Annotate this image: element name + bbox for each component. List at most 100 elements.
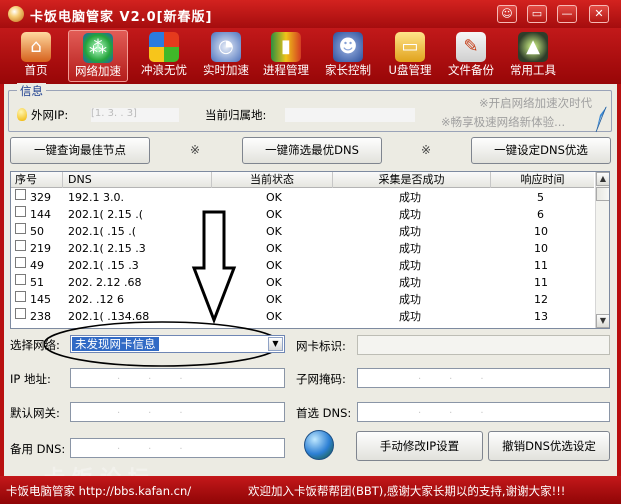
column-header-status[interactable]: 当前状态	[212, 172, 333, 188]
query-best-node-button[interactable]: 一键查询最佳节点	[10, 137, 150, 164]
column-header-response[interactable]: 响应时间	[491, 172, 594, 188]
globe-icon	[304, 430, 334, 460]
row-collected: 成功	[399, 191, 421, 204]
mini-mode-button[interactable]: ▭	[527, 5, 547, 23]
tools-icon: ▲	[518, 32, 548, 62]
table-row[interactable]: 51 202. 2.12 .68 OK 成功 11	[11, 274, 594, 291]
home-icon: ⌂	[21, 32, 51, 62]
scroll-thumb[interactable]	[596, 187, 609, 201]
row-id: 50	[30, 225, 44, 238]
row-response-time: 6	[537, 208, 544, 221]
table-row[interactable]: 329 192.1 3.0. OK 成功 5	[11, 189, 594, 206]
gateway-dots: ...	[117, 405, 211, 416]
row-checkbox[interactable]	[15, 189, 26, 200]
main-toolbar: ⌂ 首页 ⁂ 网络加速 冲浪无忧 ◔ 实时加速 ▮ 进程管理 ☻ 家长控制 ▭ …	[0, 28, 621, 84]
row-checkbox[interactable]	[15, 274, 26, 285]
row-checkbox[interactable]	[15, 308, 26, 319]
row-response-time: 5	[537, 191, 544, 204]
toolbar-item-tools[interactable]: ▲ 常用工具	[503, 30, 563, 82]
column-header-dns[interactable]: DNS	[63, 172, 212, 188]
toolbar-item-process[interactable]: ▮ 进程管理	[256, 30, 316, 82]
toolbar-item-surf[interactable]: 冲浪无忧	[134, 30, 194, 82]
row-response-time: 13	[534, 310, 548, 323]
row-response-time: 10	[534, 242, 548, 255]
toolbar-item-realtime[interactable]: ◔ 实时加速	[196, 30, 256, 82]
windows-icon	[149, 32, 179, 62]
wan-ip-label: 外网IP:	[31, 108, 69, 122]
scroll-down-icon[interactable]: ▼	[596, 314, 609, 328]
toolbar-item-usb[interactable]: ▭ U盘管理	[380, 30, 440, 82]
table-scrollbar[interactable]: ▲ ▼	[595, 172, 609, 328]
gauge-icon: ◔	[211, 32, 241, 62]
column-header-collected[interactable]: 采集是否成功	[333, 172, 491, 188]
network-select-label: 选择网络:	[10, 338, 60, 352]
primary-dns-field[interactable]: ...	[357, 402, 610, 422]
table-row[interactable]: 50 202.1( .15 .( OK 成功 10	[11, 223, 594, 240]
row-status: OK	[266, 242, 282, 255]
row-checkbox[interactable]	[15, 240, 26, 251]
row-id: 329	[30, 191, 51, 204]
row-collected: 成功	[399, 242, 421, 255]
row-checkbox[interactable]	[15, 291, 26, 302]
users-icon: ☻	[333, 32, 363, 62]
row-dns: 192.1 3.0.	[68, 191, 124, 204]
table-header: 序号 DNS 当前状态 采集是否成功 响应时间	[11, 172, 594, 188]
status-link[interactable]: 卡饭电脑管家 http://bbs.kafan.cn/	[6, 483, 191, 499]
table-row[interactable]: 238 202.1( .134.68 OK 成功 13	[11, 308, 594, 325]
network-icon: ⁂	[83, 33, 113, 63]
toolbar-item-backup[interactable]: ✎ 文件备份	[441, 30, 501, 82]
row-response-time: 11	[534, 259, 548, 272]
info-groupbox: 信息 外网IP: [1. 3. . 3] 当前归属地: ※开启网络加速次时代 ※…	[8, 83, 612, 133]
cancel-dns-button[interactable]: 撤销DNS优选设定	[488, 431, 610, 461]
row-status: OK	[266, 225, 282, 238]
gateway-field[interactable]: ...	[70, 402, 285, 422]
subnet-mask-field[interactable]: ...	[357, 368, 610, 388]
ip-address-label: IP 地址:	[10, 372, 51, 386]
row-dns: 202.1( .15 .(	[68, 225, 137, 238]
table-row[interactable]: 145 202. .12 6 OK 成功 12	[11, 291, 594, 308]
network-select[interactable]: 未发现网卡信息 ▼	[70, 335, 285, 353]
close-button[interactable]: ✕	[589, 5, 609, 23]
column-header-id[interactable]: 序号	[11, 172, 63, 188]
row-status: OK	[266, 276, 282, 289]
separator-mark: ※	[190, 143, 201, 157]
secondary-dns-field[interactable]: ...	[70, 438, 285, 458]
scroll-up-icon[interactable]: ▲	[596, 172, 609, 186]
minimize-button[interactable]: —	[557, 5, 577, 23]
feather-icon	[595, 106, 607, 133]
ip-dots: ...	[117, 371, 211, 382]
ip-address-field[interactable]: ...	[70, 368, 285, 388]
subnet-dots: ...	[418, 371, 512, 382]
row-dns: 202.1( .15 .3	[68, 259, 139, 272]
row-status: OK	[266, 191, 282, 204]
table-row[interactable]: 219 202.1( 2.15 .3 OK 成功 10	[11, 240, 594, 257]
nic-id-field[interactable]	[357, 335, 610, 355]
manual-ip-button[interactable]: 手动修改IP设置	[356, 431, 483, 461]
info-legend: 信息	[17, 83, 46, 99]
row-checkbox[interactable]	[15, 223, 26, 234]
toolbar-item-network[interactable]: ⁂ 网络加速	[68, 30, 128, 82]
primary-dns-dots: ...	[418, 405, 512, 416]
primary-dns-label: 首选 DNS:	[296, 406, 352, 420]
row-id: 51	[30, 276, 44, 289]
row-id: 144	[30, 208, 51, 221]
status-message: 欢迎加入卡饭帮帮团(BBT),感谢大家长期以的支持,谢谢大家!!!	[248, 484, 566, 498]
backup-icon: ✎	[456, 32, 486, 62]
row-id: 219	[30, 242, 51, 255]
nic-id-label: 网卡标识:	[296, 339, 346, 353]
set-dns-button[interactable]: 一键设定DNS优选	[471, 137, 611, 164]
row-dns: 202. .12 6	[68, 293, 124, 306]
filter-dns-button[interactable]: 一键筛选最优DNS	[242, 137, 382, 164]
table-row[interactable]: 144 202.1( 2.15 .( OK 成功 6	[11, 206, 594, 223]
row-checkbox[interactable]	[15, 257, 26, 268]
toolbar-item-home[interactable]: ⌂ 首页	[6, 30, 66, 82]
toolbar-item-parental[interactable]: ☻ 家长控制	[318, 30, 378, 82]
table-row[interactable]: 49 202.1( .15 .3 OK 成功 11	[11, 257, 594, 274]
row-dns: 202.1( 2.15 .(	[68, 208, 144, 221]
row-response-time: 11	[534, 276, 548, 289]
row-checkbox[interactable]	[15, 206, 26, 217]
chevron-down-icon[interactable]: ▼	[268, 337, 283, 351]
tip-line-2: ※畅享极速网络新体验...	[441, 115, 566, 129]
title-bar[interactable]: 卡饭电脑管家 V2.0[新春版] ☺ ▭ — ✕	[0, 0, 621, 28]
skin-button[interactable]: ☺	[497, 5, 517, 23]
